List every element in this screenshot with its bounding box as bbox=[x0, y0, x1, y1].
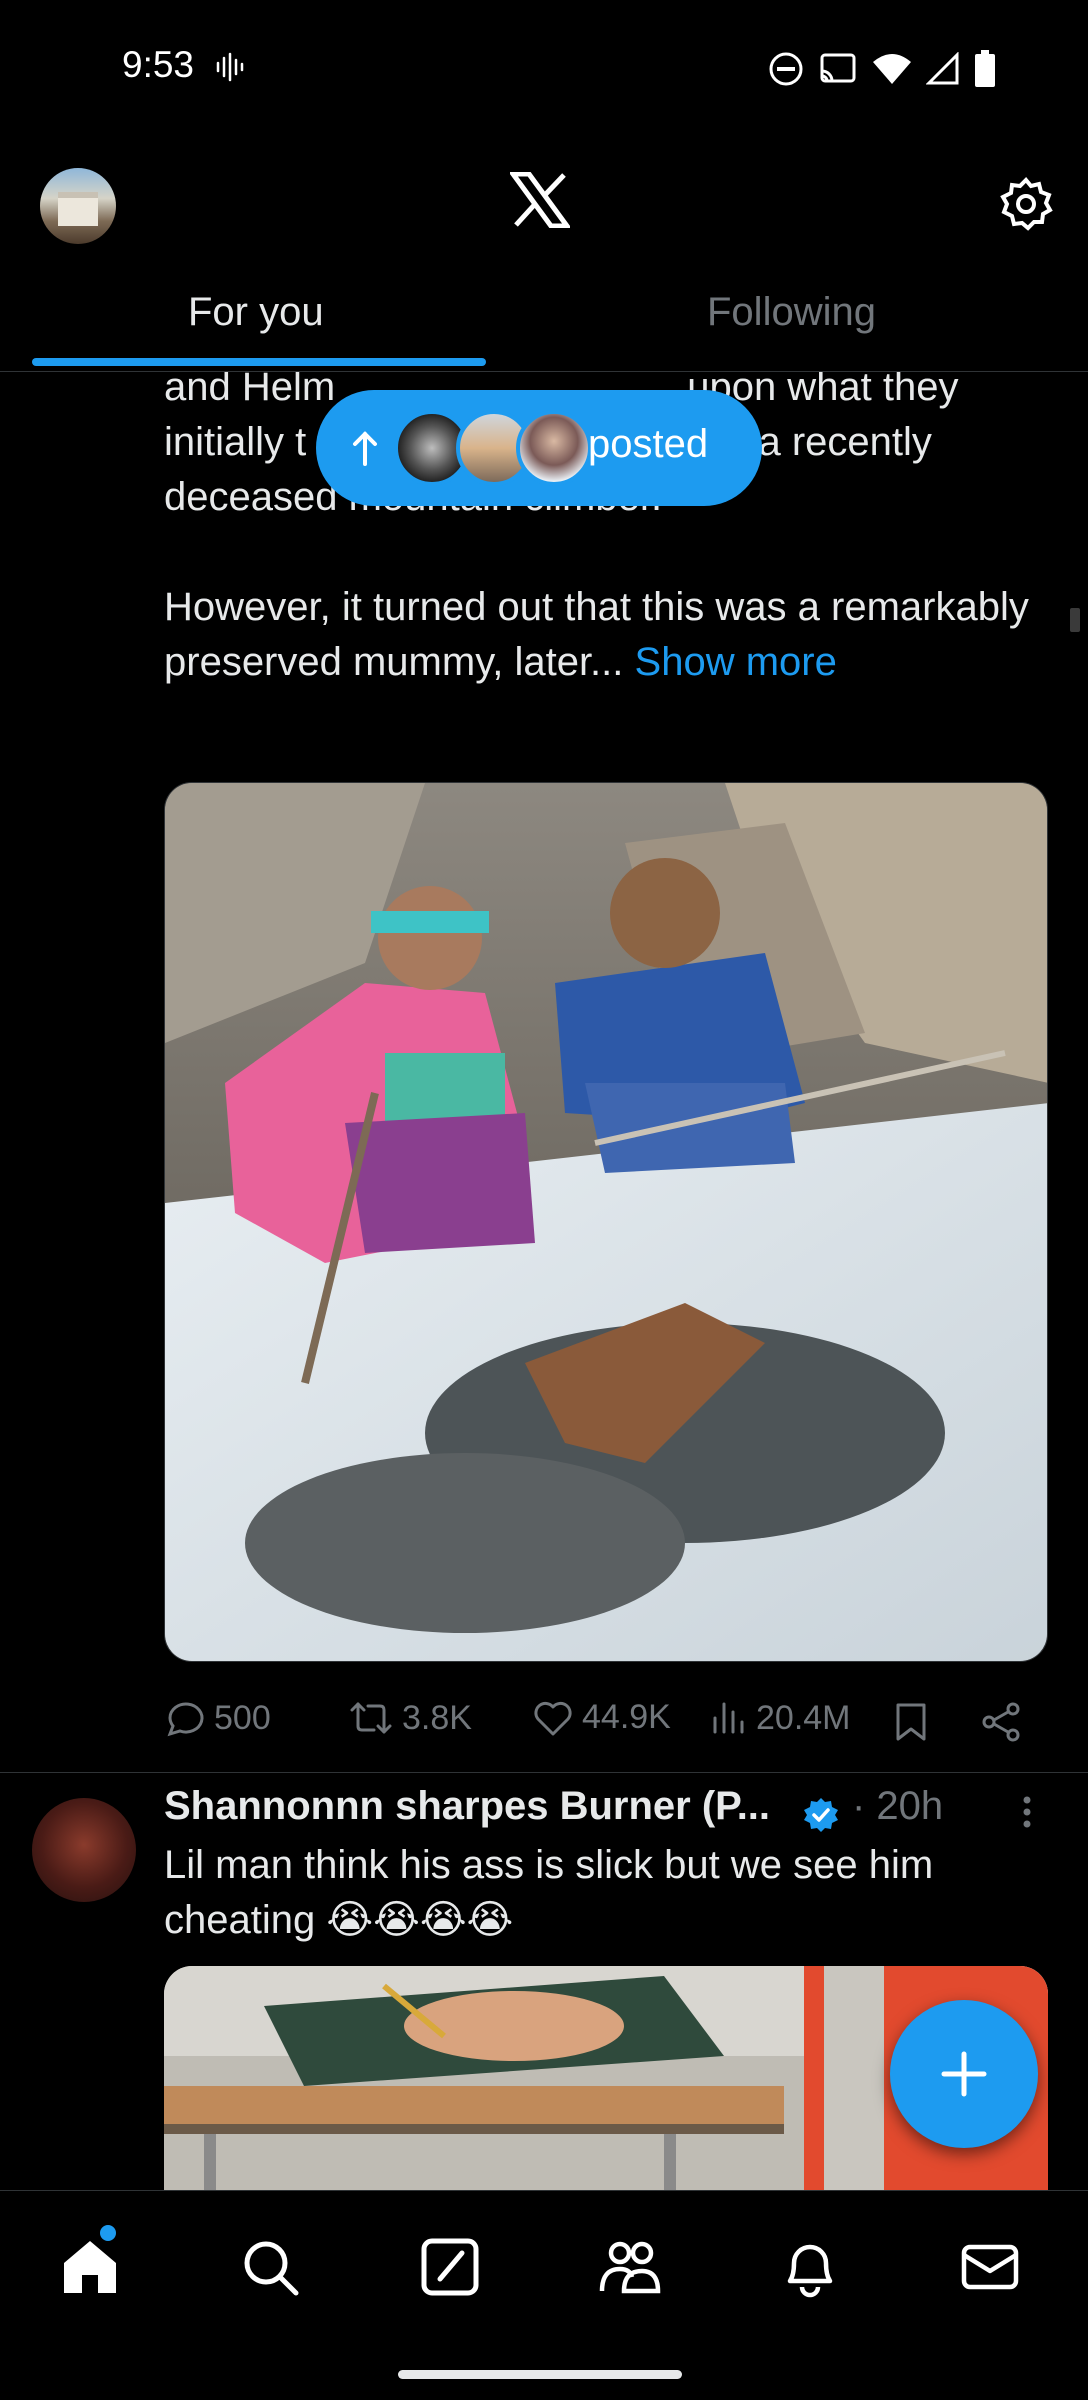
more-options-icon[interactable] bbox=[1012, 1792, 1042, 1832]
compose-post-button[interactable] bbox=[890, 2000, 1038, 2148]
gesture-home-handle[interactable] bbox=[398, 2370, 682, 2379]
arrow-up-icon bbox=[353, 431, 377, 466]
repost-icon bbox=[350, 1702, 392, 1734]
heart-icon bbox=[534, 1701, 572, 1735]
new-posts-label: posted bbox=[588, 422, 709, 466]
bottom-navigation bbox=[0, 2190, 1088, 2400]
signal-icon bbox=[926, 52, 959, 85]
post1-action-bar: 500 3.8K 44.9K 20.4M bbox=[164, 1692, 1044, 1752]
status-icons bbox=[768, 50, 996, 88]
post2-text: Lil man think his ass is slick but we se… bbox=[164, 1843, 934, 1942]
bookmark-icon[interactable] bbox=[894, 1702, 928, 1742]
timeline-feed[interactable]: and Helm upon what they initially tf a re… bbox=[0, 372, 1088, 2190]
gear-icon[interactable] bbox=[998, 176, 1054, 232]
status-time: 9:53 bbox=[122, 44, 195, 85]
verified-badge-icon bbox=[804, 1798, 838, 1832]
notifications-icon[interactable] bbox=[778, 2235, 842, 2299]
status-bar: 9:53 bbox=[0, 0, 1088, 136]
repost-count: 3.8K bbox=[402, 1698, 472, 1737]
vibrate-icon bbox=[216, 52, 244, 82]
grok-icon[interactable] bbox=[418, 2235, 482, 2299]
home-notification-dot bbox=[100, 2225, 116, 2241]
cast-icon bbox=[820, 53, 856, 83]
active-tab-indicator bbox=[32, 358, 486, 366]
x-logo-icon bbox=[510, 172, 570, 228]
like-button[interactable]: 44.9K bbox=[532, 1698, 671, 1737]
feed-tabs: For you Following bbox=[0, 266, 1088, 372]
top-header: For you Following bbox=[0, 136, 1088, 372]
plus-icon bbox=[941, 2051, 987, 2097]
views-button[interactable]: 20.4M bbox=[710, 1698, 851, 1738]
show-more-link[interactable]: Show more bbox=[635, 640, 837, 684]
share-icon[interactable] bbox=[980, 1702, 1022, 1742]
dnd-icon bbox=[769, 52, 803, 86]
post1-paragraph-2: However, it turned out that this was a r… bbox=[164, 585, 1029, 684]
home-icon[interactable] bbox=[58, 2235, 122, 2299]
tab-following[interactable]: Following bbox=[707, 290, 876, 335]
search-icon[interactable] bbox=[238, 2235, 302, 2299]
post-divider bbox=[0, 1772, 1088, 1773]
post1-image[interactable] bbox=[164, 782, 1048, 1662]
like-count: 44.9K bbox=[582, 1698, 671, 1736]
views-icon bbox=[713, 1702, 744, 1734]
new-post-avatar-3 bbox=[516, 410, 592, 486]
views-count: 20.4M bbox=[756, 1698, 851, 1737]
reply-icon bbox=[167, 1702, 204, 1737]
reply-button[interactable]: 500 bbox=[164, 1698, 271, 1738]
tab-for-you[interactable]: For you bbox=[188, 290, 324, 335]
messages-icon[interactable] bbox=[958, 2235, 1022, 2299]
battery-icon bbox=[975, 50, 995, 87]
new-posts-pill[interactable]: posted bbox=[316, 390, 762, 506]
profile-avatar[interactable] bbox=[40, 168, 116, 244]
communities-icon[interactable] bbox=[598, 2235, 662, 2299]
wifi-icon bbox=[873, 54, 911, 84]
post2-timestamp: · 20h bbox=[852, 1784, 944, 1828]
reply-count: 500 bbox=[214, 1698, 271, 1737]
mummy-photo bbox=[165, 783, 1047, 1661]
post2-author-name[interactable]: Shannonnn sharpes Burner (P... bbox=[164, 1784, 770, 1829]
repost-button[interactable]: 3.8K bbox=[348, 1698, 472, 1738]
scrollbar-thumb[interactable] bbox=[1070, 608, 1080, 632]
post2-author-avatar[interactable] bbox=[32, 1798, 136, 1902]
